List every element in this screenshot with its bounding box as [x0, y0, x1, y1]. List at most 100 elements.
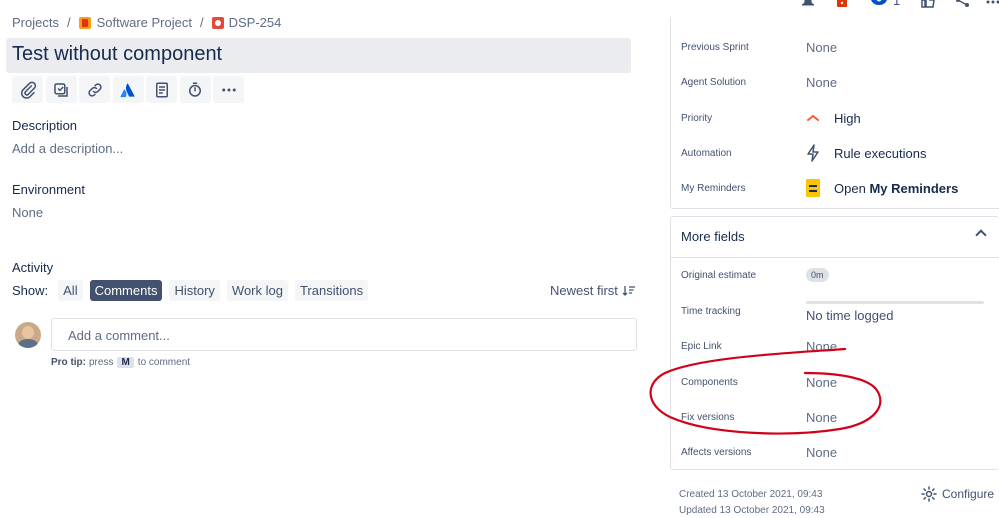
field-time-tracking: Time tracking No time logged [681, 301, 893, 323]
activity-filter: Show: All Comments History Work log Tran… [12, 280, 375, 301]
comment-input[interactable]: Add a comment... [51, 318, 637, 351]
more-fields-header[interactable]: More fields [681, 229, 745, 244]
field-affects-versions: Affects versions None [681, 442, 837, 462]
link-icon [87, 82, 102, 97]
reminders-value[interactable]: Open My Reminders [806, 179, 958, 197]
field-my-reminders: My Reminders Open My Reminders [681, 178, 958, 198]
field-label: Time tracking [681, 305, 741, 317]
tab-transitions[interactable]: Transitions [294, 280, 369, 301]
field-previous-sprint: Previous Sprint None [681, 37, 837, 57]
field-label: Epic Link [681, 340, 722, 352]
share-icon[interactable] [955, 0, 971, 8]
field-label: Fix versions [681, 411, 735, 423]
more-icon [221, 88, 236, 91]
activity-label: Activity [12, 260, 54, 275]
link-issue-button[interactable] [79, 76, 110, 103]
time-tracking-value[interactable]: No time logged [806, 308, 893, 323]
watch-eye-icon[interactable] [870, 0, 888, 8]
document-button[interactable] [146, 76, 177, 103]
details-panel: Previous Sprint None Agent Solution None… [670, 17, 999, 209]
breadcrumb-separator: / [199, 15, 204, 30]
attachment-icon [20, 81, 36, 99]
reminders-open: Open [834, 180, 866, 196]
field-value[interactable]: None [806, 410, 837, 425]
issue-title-field[interactable]: Test without component [6, 38, 631, 73]
field-label: Previous Sprint [681, 41, 749, 53]
environment-field[interactable]: None [12, 205, 43, 220]
field-value[interactable]: None [806, 445, 837, 460]
original-estimate-value[interactable]: 0m [806, 268, 829, 282]
tab-history[interactable]: History [169, 280, 220, 301]
sort-order-button[interactable]: Newest first [550, 283, 636, 298]
breadcrumb-issue-key[interactable]: DSP-254 [229, 15, 282, 30]
more-actions-button[interactable] [213, 76, 244, 103]
breadcrumb-project[interactable]: Software Project [97, 15, 192, 30]
field-priority: Priority High [681, 108, 861, 128]
pro-tip-text: to comment [137, 357, 191, 368]
field-label: My Reminders [681, 182, 746, 194]
pro-tip: Pro tip: press M to comment [51, 357, 190, 368]
field-label: Automation [681, 147, 732, 159]
tab-work-log[interactable]: Work log [226, 280, 288, 301]
field-agent-solution: Agent Solution None [681, 72, 837, 92]
field-value[interactable]: None [806, 375, 837, 390]
lock-icon[interactable] [836, 0, 848, 8]
chevron-up-icon[interactable] [975, 229, 987, 241]
priority-value[interactable]: High [806, 111, 861, 126]
field-original-estimate: Original estimate 0m [681, 265, 829, 285]
lightning-icon [807, 144, 819, 162]
field-label: Agent Solution [681, 76, 747, 88]
configure-button[interactable]: Configure [921, 486, 994, 502]
field-label: Priority [681, 112, 713, 124]
time-tracking-button[interactable] [179, 76, 211, 103]
field-label: Original estimate [681, 269, 757, 281]
field-label: Affects versions [681, 446, 752, 458]
timestamps: Created 13 October 2021, 09:43 Updated 1… [679, 487, 825, 518]
document-icon [155, 82, 168, 97]
like-icon[interactable] [920, 0, 936, 8]
configure-label: Configure [942, 487, 995, 501]
stopwatch-icon [189, 82, 201, 97]
sort-label: Newest first [550, 283, 618, 298]
field-components: Components None [681, 372, 837, 392]
create-subtask-button[interactable] [45, 76, 77, 103]
description-field[interactable]: Add a description... [12, 141, 123, 156]
header-actions: 1 [800, 0, 999, 10]
description-label: Description [12, 118, 78, 133]
avatar [15, 322, 41, 348]
keyboard-shortcut: M [117, 357, 134, 368]
field-fix-versions: Fix versions None [681, 407, 837, 427]
reminders-link: My Reminders [869, 180, 959, 196]
created-date: Created 13 October 2021, 09:43 [679, 489, 823, 500]
gear-icon [921, 486, 937, 502]
field-epic-link: Epic Link None [681, 336, 837, 356]
environment-label: Environment [12, 182, 85, 197]
priority-text: High [834, 110, 861, 126]
field-value[interactable]: None [806, 40, 837, 55]
divider [671, 257, 999, 258]
automation-text: Rule executions [834, 145, 927, 161]
tab-all[interactable]: All [58, 280, 83, 301]
issue-toolbar [12, 76, 246, 103]
breadcrumb-projects[interactable]: Projects [12, 15, 59, 30]
subtask-icon [54, 82, 68, 97]
automation-value[interactable]: Rule executions [806, 144, 927, 162]
priority-high-icon [807, 114, 819, 121]
show-label: Show: [12, 283, 49, 298]
breadcrumb-separator: / [66, 15, 71, 30]
updated-date: Updated 13 October 2021, 09:43 [679, 505, 825, 516]
field-value[interactable]: None [806, 75, 837, 90]
reminders-logo-icon [806, 179, 820, 197]
pro-tip-label: Pro tip: [51, 357, 86, 368]
more-icon[interactable] [986, 0, 999, 8]
field-value[interactable]: None [806, 339, 837, 354]
atlassian-button[interactable] [112, 76, 144, 103]
tab-comments[interactable]: Comments [89, 280, 163, 301]
pro-tip-text: press [89, 357, 114, 368]
notification-bell-icon[interactable] [800, 0, 816, 8]
project-icon [78, 16, 91, 29]
issue-title: Test without component [12, 43, 223, 65]
attach-button[interactable] [12, 76, 43, 103]
watch-count: 1 [893, 0, 901, 8]
atlassian-icon [120, 82, 135, 97]
